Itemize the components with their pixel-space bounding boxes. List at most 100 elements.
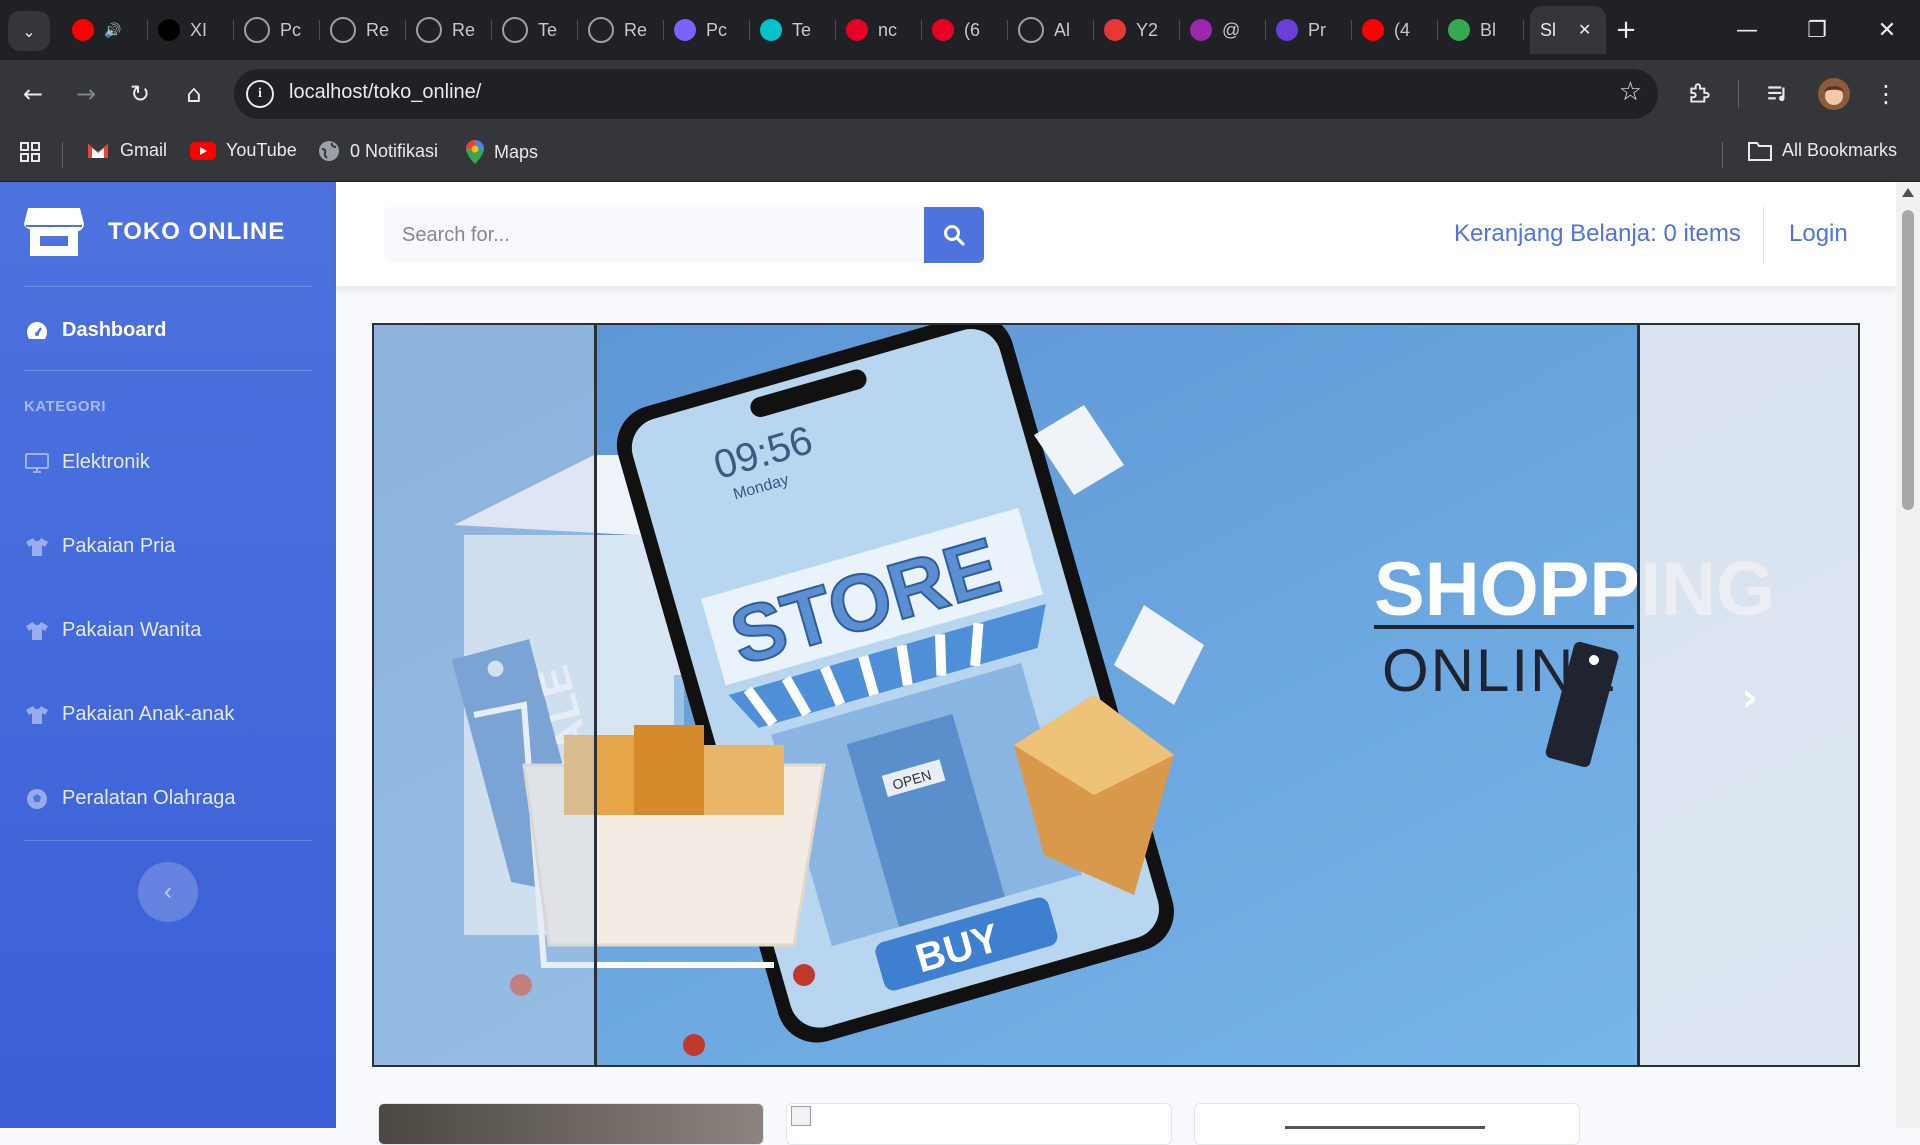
url-text[interactable]: localhost/toko_online/ bbox=[289, 81, 481, 104]
browser-tab[interactable]: Al bbox=[1008, 6, 1094, 54]
star-icon[interactable]: ☆ bbox=[1619, 77, 1642, 107]
home-button[interactable]: ⌂ bbox=[174, 74, 214, 114]
tab-label: Pr bbox=[1308, 19, 1326, 40]
browser-tab[interactable]: Y2 bbox=[1094, 6, 1180, 54]
sidebar-toggle-button[interactable]: ‹ bbox=[138, 862, 198, 922]
forward-button[interactable]: → bbox=[66, 74, 106, 114]
browser-tab[interactable]: nc bbox=[836, 6, 922, 54]
bookmark-maps[interactable]: Maps bbox=[466, 140, 538, 164]
reload-button[interactable]: ↻ bbox=[120, 74, 160, 114]
tab-label: Re bbox=[624, 19, 648, 40]
tab-label: XI bbox=[190, 19, 208, 40]
sidebar-item-peralatan-olahraga[interactable]: Peralatan Olahraga bbox=[24, 787, 235, 810]
media-control-button[interactable] bbox=[1758, 74, 1798, 114]
speaker-icon[interactable]: 🔊 bbox=[104, 22, 121, 39]
tab-label: (6 bbox=[964, 19, 981, 40]
home-icon: ⌂ bbox=[186, 80, 202, 108]
scroll-up-arrow[interactable] bbox=[1902, 188, 1914, 197]
browser-tab[interactable]: (6 bbox=[922, 6, 1008, 54]
address-bar[interactable]: i localhost/toko_online/ ☆ bbox=[234, 69, 1658, 119]
bookmark-youtube[interactable]: YouTube bbox=[190, 140, 297, 161]
browser-tab[interactable]: 🔊 bbox=[62, 6, 148, 54]
restore-button[interactable]: ❐ bbox=[1782, 0, 1852, 60]
browser-tab[interactable]: Pc bbox=[664, 6, 750, 54]
browser-tab[interactable]: Te bbox=[750, 6, 836, 54]
sidebar-item-pakaian-pria[interactable]: Pakaian Pria bbox=[24, 535, 175, 558]
globe-icon bbox=[1018, 17, 1044, 43]
tab-label: Te bbox=[538, 19, 558, 40]
browser-tab-active[interactable]: Sl ✕ bbox=[1530, 6, 1606, 54]
apps-button[interactable] bbox=[18, 140, 42, 164]
login-link[interactable]: Login bbox=[1789, 220, 1848, 248]
bookmark-gmail[interactable]: Gmail bbox=[86, 140, 167, 161]
sidebar-item-dashboard[interactable]: Dashboard bbox=[24, 319, 166, 342]
tab-label: Re bbox=[366, 19, 390, 40]
carousel-prev-slide[interactable] bbox=[374, 325, 597, 1065]
product-card[interactable] bbox=[378, 1103, 764, 1145]
page-scrollbar[interactable] bbox=[1896, 182, 1920, 1128]
bookmarks-bar: Gmail YouTube 0 Notifikasi Maps All Book… bbox=[0, 128, 1920, 182]
sidebar-item-label: Pakaian Pria bbox=[62, 535, 176, 557]
youtube-icon bbox=[1362, 19, 1384, 41]
browser-tab[interactable]: (4 bbox=[1352, 6, 1438, 54]
search-input[interactable]: Search for... bbox=[384, 207, 924, 263]
tab-list: 🔊 XI Pc Re Re Te Re Pc Te nc (6 Al Y2 @ Pr (4 Bl Sl ✕ + bbox=[62, 6, 1646, 54]
browser-tab[interactable]: @ bbox=[1180, 6, 1266, 54]
chevron-down-icon: ⌄ bbox=[22, 21, 36, 41]
restore-icon: ❐ bbox=[1807, 17, 1827, 43]
sidebar-item-pakaian-wanita[interactable]: Pakaian Wanita bbox=[24, 619, 201, 642]
browser-tab[interactable]: Te bbox=[492, 6, 578, 54]
tab-label: Al bbox=[1054, 19, 1071, 40]
globe-icon bbox=[244, 17, 270, 43]
profile-avatar[interactable] bbox=[1814, 74, 1854, 114]
minimize-button[interactable]: — bbox=[1712, 0, 1782, 60]
browser-tab[interactable]: Pr bbox=[1266, 6, 1352, 54]
arrow-left-icon: ← bbox=[22, 80, 44, 108]
drive-icon bbox=[1448, 19, 1470, 41]
product-card[interactable] bbox=[786, 1103, 1172, 1145]
send-icon bbox=[1190, 19, 1212, 41]
sidebar-item-pakaian-anak-anak[interactable]: Pakaian Anak-anak bbox=[24, 703, 234, 726]
bookmark-label: Maps bbox=[494, 141, 539, 162]
gmail-icon bbox=[88, 143, 108, 158]
extensions-button[interactable] bbox=[1680, 74, 1720, 114]
football-icon bbox=[24, 788, 50, 810]
cart-link[interactable]: Keranjang Belanja: 0 items bbox=[1454, 220, 1741, 248]
close-window-button[interactable]: ✕ bbox=[1852, 0, 1920, 60]
youtube-icon bbox=[190, 141, 216, 160]
sidebar-item-label: Dashboard bbox=[62, 319, 167, 341]
tshirt-icon bbox=[24, 537, 50, 557]
tab-label: nc bbox=[878, 19, 898, 40]
youtube-icon bbox=[72, 19, 94, 41]
list-icon bbox=[1276, 19, 1298, 41]
pinterest-icon bbox=[932, 19, 954, 41]
browser-tab[interactable]: Pc bbox=[234, 6, 320, 54]
m-icon bbox=[158, 19, 180, 41]
new-tab-button[interactable]: + bbox=[1606, 6, 1646, 54]
site-info-icon[interactable]: i bbox=[246, 80, 274, 108]
globe-icon bbox=[330, 17, 356, 43]
browser-tab[interactable]: Re bbox=[320, 6, 406, 54]
promo-carousel[interactable]: 09:56 Monday STORE OPEN BUY SALE SHOPPIN… bbox=[372, 323, 1860, 1067]
maps-pin-icon bbox=[466, 140, 484, 164]
back-button[interactable]: ← bbox=[13, 74, 53, 114]
browser-tab[interactable]: Re bbox=[578, 6, 664, 54]
scroll-thumb[interactable] bbox=[1902, 210, 1914, 510]
playlist-icon bbox=[1768, 86, 1785, 102]
carousel-next-button[interactable]: › bbox=[1742, 675, 1758, 721]
minimize-icon: — bbox=[1736, 17, 1758, 43]
browser-menu-button[interactable]: ⋮ bbox=[1866, 74, 1906, 114]
browser-tab[interactable]: Re bbox=[406, 6, 492, 54]
browser-tab[interactable]: Bl bbox=[1438, 6, 1524, 54]
product-card[interactable] bbox=[1194, 1103, 1580, 1145]
close-tab-icon[interactable]: ✕ bbox=[1578, 20, 1591, 40]
tab-search-button[interactable]: ⌄ bbox=[8, 11, 50, 51]
search-button[interactable] bbox=[924, 207, 984, 263]
sidebar-item-elektronik[interactable]: Elektronik bbox=[24, 451, 150, 474]
all-bookmarks-button[interactable]: All Bookmarks bbox=[1748, 140, 1897, 161]
bookmark-notifikasi[interactable]: 0 Notifikasi bbox=[318, 140, 438, 162]
brand-link[interactable]: TOKO ONLINE bbox=[24, 206, 285, 258]
address-toolbar: ← → ↻ ⌂ i localhost/toko_online/ ☆ ⋮ bbox=[0, 60, 1920, 128]
browser-tab[interactable]: XI bbox=[148, 6, 234, 54]
tshirt-icon bbox=[24, 705, 50, 725]
